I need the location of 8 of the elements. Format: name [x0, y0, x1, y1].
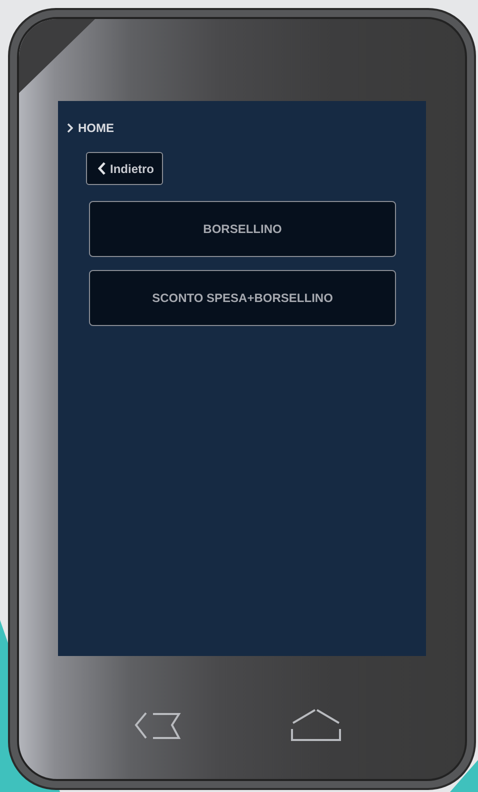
back-button[interactable]: Indietro	[86, 152, 163, 185]
breadcrumb-label[interactable]: HOME	[78, 121, 114, 135]
menu-button[interactable]: BORSELLINO	[89, 201, 396, 257]
chevron-right-icon	[67, 123, 73, 133]
menu-button[interactable]: SCONTO SPESA+BORSELLINO	[89, 270, 396, 326]
home-key-icon[interactable]	[291, 708, 341, 742]
corner-backdrop-shape	[450, 760, 478, 792]
chevron-left-icon	[98, 162, 106, 175]
